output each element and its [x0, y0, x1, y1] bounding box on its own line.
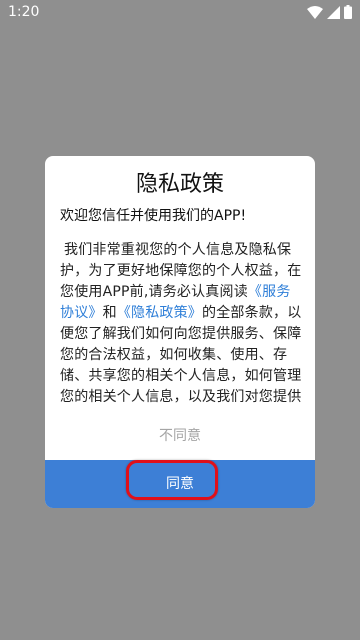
dialog-title: 隐私政策 — [135, 172, 224, 197]
cellular-signal-icon — [327, 5, 340, 19]
agree-highlight-marker — [126, 460, 218, 500]
policy-body-and: 和 — [102, 305, 117, 321]
wifi-icon — [307, 5, 323, 19]
privacy-policy-dialog: 隐私政策 欢迎您信任并使用我们的APP! 我们非常重视您的个人信息及隐私保护，为… — [45, 156, 315, 508]
privacy-policy-link[interactable]: 《隐私政策》 — [117, 305, 202, 321]
status-time: 1:20 — [8, 4, 40, 20]
status-icons — [307, 4, 352, 20]
welcome-text: 欢迎您信任并使用我们的APP! — [60, 208, 247, 224]
battery-icon — [344, 5, 352, 19]
policy-body-text: 我们非常重视您的个人信息及隐私保护，为了更好地保障您的个人权益，在您使用APP前… — [60, 240, 302, 408]
status-bar: 1:20 — [0, 0, 360, 24]
disagree-button[interactable]: 不同意 — [45, 426, 315, 446]
